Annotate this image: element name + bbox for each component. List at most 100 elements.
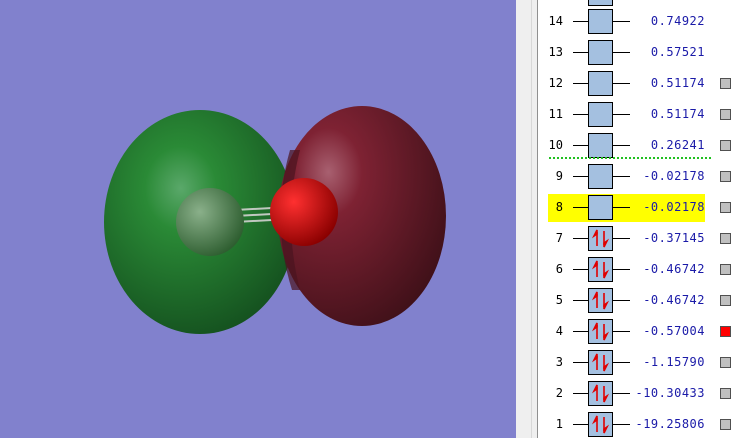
electron-pair-icon — [591, 415, 610, 434]
level-line-right — [613, 145, 630, 146]
orbital-box[interactable] — [588, 288, 613, 313]
orbital-index: 7 — [555, 231, 563, 245]
orbital-surface-checkbox[interactable] — [720, 78, 731, 89]
orbital-row[interactable]: 5 -0.46742 — [538, 288, 740, 314]
oxygen-atom — [270, 178, 338, 246]
orbital-row[interactable]: 12 0.51174 — [538, 71, 740, 97]
level-line-left — [573, 362, 588, 363]
level-line-left — [573, 21, 588, 22]
orbital-row[interactable]: 4 -0.57004 — [538, 319, 740, 345]
orbital-surface-checkbox[interactable] — [720, 419, 731, 430]
orbital-box[interactable] — [588, 164, 613, 189]
orbital-surface-checkbox[interactable] — [720, 140, 731, 151]
level-line-right — [613, 393, 630, 394]
level-line-left — [573, 207, 588, 208]
orbital-box[interactable] — [588, 412, 613, 437]
orbital-energy: 0.51174 — [650, 107, 705, 121]
orbital-energy: 0.26241 — [650, 138, 705, 152]
orbital-row[interactable]: 1 -19.25806 — [538, 412, 740, 438]
level-line-right — [613, 362, 630, 363]
level-line-right — [613, 207, 630, 208]
orbital-box[interactable] — [588, 195, 613, 220]
orbital-energy: -19.25806 — [635, 417, 705, 431]
orbital-energy: 0.74922 — [650, 14, 705, 28]
orbital-energy-diagram: 14 0.74922 13 0.57521 12 0.51174 11 0.51174 10 0.… — [538, 0, 740, 438]
orbital-box[interactable] — [588, 350, 613, 375]
level-line-left — [573, 424, 588, 425]
electron-pair-icon — [591, 229, 610, 248]
level-line-right — [613, 269, 630, 270]
orbital-surface-checkbox[interactable] — [720, 326, 731, 337]
orbital-surface-checkbox[interactable] — [720, 388, 731, 399]
orbital-row[interactable]: 6 -0.46742 — [538, 257, 740, 283]
orbital-surface-checkbox[interactable] — [720, 233, 731, 244]
level-line-left — [573, 176, 588, 177]
orbital-energy: -0.37145 — [643, 231, 705, 245]
orbital-index: 14 — [548, 14, 563, 28]
orbital-energy: -0.46742 — [643, 262, 705, 276]
orbital-row[interactable]: 10 0.26241 — [538, 133, 740, 159]
orbital-row[interactable]: 7 -0.37145 — [538, 226, 740, 252]
level-line-right — [613, 83, 630, 84]
level-line-left — [573, 83, 588, 84]
level-line-left — [573, 238, 588, 239]
electron-pair-icon — [591, 291, 610, 310]
orbital-row[interactable]: 3 -1.15790 — [538, 350, 740, 376]
orbital-box[interactable] — [588, 381, 613, 406]
orbital-box[interactable] — [588, 319, 613, 344]
orbital-surface-render — [104, 106, 446, 334]
orbital-surface-checkbox[interactable] — [720, 357, 731, 368]
orbital-surface-checkbox[interactable] — [720, 295, 731, 306]
level-line-right — [613, 176, 630, 177]
level-line-right — [613, 52, 630, 53]
electron-pair-icon — [591, 384, 610, 403]
level-line-right — [613, 300, 630, 301]
orbital-surface-checkbox[interactable] — [720, 202, 731, 213]
level-line-left — [573, 114, 588, 115]
orbital-index: 10 — [548, 138, 563, 152]
orbital-index: 3 — [555, 355, 563, 369]
orbital-box[interactable] — [588, 71, 613, 96]
electron-pair-icon — [591, 260, 610, 279]
level-line-right — [613, 21, 630, 22]
orbital-box[interactable] — [588, 133, 613, 158]
orbital-index: 1 — [555, 417, 563, 431]
level-line-left — [573, 300, 588, 301]
orbital-box[interactable] — [588, 102, 613, 127]
molecule-viewport[interactable] — [0, 0, 516, 438]
level-line-right — [613, 331, 630, 332]
carbon-atom — [176, 188, 244, 256]
electron-pair-icon — [591, 353, 610, 372]
orbital-row[interactable]: 13 0.57521 — [538, 40, 740, 66]
level-line-right — [613, 238, 630, 239]
orbital-energy: -0.02178 — [643, 169, 705, 183]
electron-pair-icon — [591, 322, 610, 341]
orbital-box[interactable] — [588, 40, 613, 65]
orbital-surface-checkbox[interactable] — [720, 171, 731, 182]
orbital-row[interactable]: 8 -0.02178 — [538, 194, 740, 222]
orbital-index: 9 — [555, 169, 563, 183]
orbital-index: 11 — [548, 107, 563, 121]
orbital-surface-checkbox[interactable] — [720, 109, 731, 120]
orbital-box[interactable] — [588, 257, 613, 282]
orbital-box[interactable] — [588, 226, 613, 251]
orbital-surface-checkbox[interactable] — [720, 264, 731, 275]
level-line-left — [573, 331, 588, 332]
orbital-box[interactable] — [588, 9, 613, 34]
orbital-energy: 0.57521 — [650, 45, 705, 59]
splitter[interactable] — [516, 0, 538, 438]
orbital-index: 6 — [555, 262, 563, 276]
orbital-row[interactable]: 11 0.51174 — [538, 102, 740, 128]
orbital-energy: -0.57004 — [643, 324, 705, 338]
orbital-energy: 0.51174 — [650, 76, 705, 90]
orbital-row[interactable]: 9 -0.02178 — [538, 164, 740, 190]
orbital-energy: -10.30433 — [635, 386, 705, 400]
orbital-index: 13 — [548, 45, 563, 59]
level-line-left — [573, 145, 588, 146]
orbital-box — [588, 0, 613, 6]
orbital-row[interactable]: 2 -10.30433 — [538, 381, 740, 407]
orbital-row[interactable]: 14 0.74922 — [538, 9, 740, 35]
homo-lumo-separator — [549, 157, 711, 159]
orbital-energy: -0.02178 — [643, 200, 705, 214]
orbital-index: 8 — [555, 200, 563, 214]
